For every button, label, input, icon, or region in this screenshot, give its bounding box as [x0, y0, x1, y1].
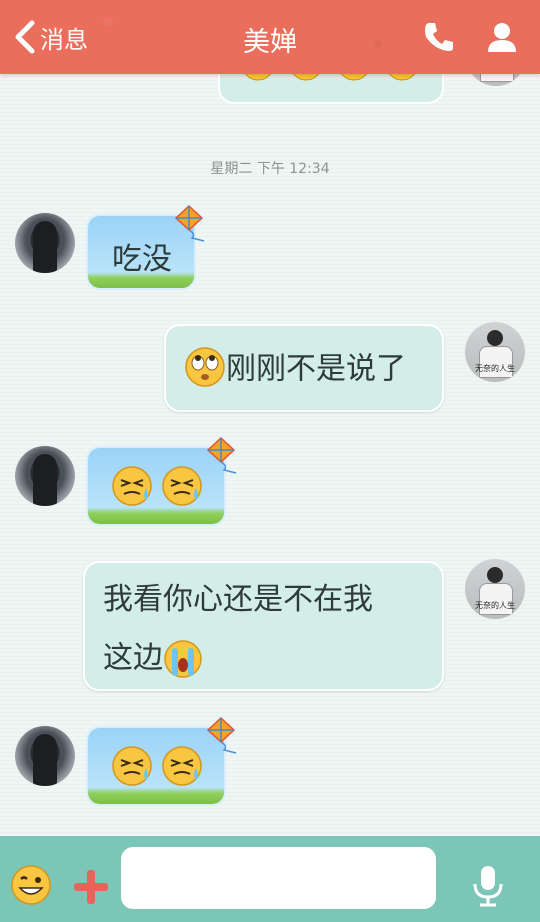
microphone-icon[interactable]	[470, 864, 506, 908]
add-attachment-icon[interactable]	[70, 866, 112, 908]
message-input[interactable]	[121, 847, 436, 909]
tired-sweat-emoji-icon	[162, 466, 202, 506]
crying-emoji-icon	[164, 639, 202, 678]
contact-avatar[interactable]	[15, 446, 75, 506]
my-avatar[interactable]: 无奈的人生	[465, 559, 525, 619]
input-toolbar	[0, 836, 540, 922]
message-text-line-2-text: 这边	[103, 640, 163, 676]
previous-message-bubble[interactable]	[218, 74, 444, 104]
kite-decoration-icon	[174, 204, 205, 242]
chat-header: 消息 美婵	[0, 0, 540, 74]
chat-area[interactable]: 星期二 下午 12:34	[0, 74, 540, 836]
chat-title: 美婵	[243, 27, 297, 58]
contact-avatar[interactable]	[15, 213, 75, 273]
tired-sweat-emoji-icon	[162, 746, 202, 786]
outgoing-message-bubble[interactable]: 我看你心还是不在我 这边	[83, 561, 444, 691]
eye-roll-emoji-icon	[185, 346, 225, 387]
tired-sweat-emoji-icon	[112, 746, 152, 786]
message-timestamp: 星期二 下午 12:34	[210, 161, 330, 177]
kite-decoration-icon	[206, 716, 237, 754]
outgoing-message-bubble[interactable]: 刚刚不是说了	[164, 324, 444, 412]
kite-decoration-icon	[206, 436, 237, 474]
my-avatar[interactable]: 无奈的人生	[465, 322, 525, 382]
phone-icon[interactable]	[422, 20, 456, 54]
contact-avatar[interactable]	[15, 726, 75, 786]
tired-sweat-emoji-icon	[112, 466, 152, 506]
emoji-icon[interactable]	[10, 864, 52, 906]
message-text: 吃没	[112, 242, 172, 277]
message-text-line-1: 我看你心还是不在我	[103, 582, 373, 617]
message-text: 刚刚不是说了	[226, 351, 406, 387]
my-avatar-partial[interactable]	[466, 74, 526, 86]
contact-profile-icon[interactable]	[485, 20, 519, 54]
message-text-line-2: 这边	[103, 629, 426, 688]
